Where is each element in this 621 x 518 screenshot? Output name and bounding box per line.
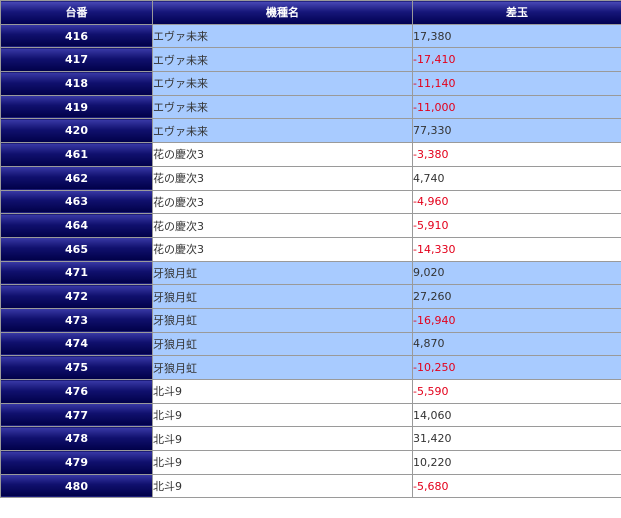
- model-name-cell: エヴァ未来: [152, 47, 413, 73]
- slot-data-table: 台番 機種名 差玉 416 エヴァ未来 17,380 417 エヴァ未来 -17,410 4…: [0, 0, 621, 499]
- model-name-cell: 北斗9: [152, 402, 413, 428]
- model-name-cell: エヴァ未来: [152, 94, 413, 120]
- header-ball-difference: 差玉: [412, 0, 621, 25]
- unit-number-cell: 465: [0, 236, 153, 262]
- ball-difference-cell: 4,870: [412, 331, 621, 357]
- model-name-cell: エヴァ未来: [152, 118, 413, 144]
- model-name-cell: 花の慶次3: [152, 189, 413, 215]
- ball-difference-cell: 27,260: [412, 284, 621, 309]
- table-row: 479 北斗9 10,220: [0, 450, 621, 475]
- unit-number-cell: 417: [0, 47, 153, 73]
- ball-difference-cell: -11,000: [412, 94, 621, 120]
- model-name-cell: 花の慶次3: [152, 236, 413, 262]
- model-name-cell: 花の慶次3: [152, 213, 413, 238]
- unit-number-cell: 474: [0, 331, 153, 357]
- unit-number-cell: 479: [0, 450, 153, 475]
- table-row: 480 北斗9 -5,680: [0, 473, 621, 499]
- unit-number-cell: 418: [0, 71, 153, 96]
- table-row: 472 牙狼月虹 27,260: [0, 284, 621, 309]
- ball-difference-cell: -16,940: [412, 307, 621, 333]
- unit-number-cell: 480: [0, 473, 153, 499]
- model-name-cell: 牙狼月虹: [152, 284, 413, 309]
- table-row: 419 エヴァ未来 -11,000: [0, 94, 621, 120]
- unit-number-cell: 416: [0, 23, 153, 49]
- unit-number-cell: 419: [0, 94, 153, 120]
- model-name-cell: 北斗9: [152, 379, 413, 404]
- table-row: 418 エヴァ未来 -11,140: [0, 71, 621, 96]
- model-name-cell: 牙狼月虹: [152, 331, 413, 357]
- table-row: 471 牙狼月虹 9,020: [0, 260, 621, 286]
- table-row: 416 エヴァ未来 17,380: [0, 23, 621, 49]
- model-name-cell: 北斗9: [152, 426, 413, 452]
- table-row: 461 花の慶次3 -3,380: [0, 142, 621, 167]
- table-row: 473 牙狼月虹 -16,940: [0, 307, 621, 333]
- unit-number-cell: 471: [0, 260, 153, 286]
- ball-difference-cell: 9,020: [412, 260, 621, 286]
- table-row: 475 牙狼月虹 -10,250: [0, 355, 621, 380]
- table-row: 420 エヴァ未来 77,330: [0, 118, 621, 144]
- ball-difference-cell: -11,140: [412, 71, 621, 96]
- ball-difference-cell: -4,960: [412, 189, 621, 215]
- table-row: 463 花の慶次3 -4,960: [0, 189, 621, 215]
- table-header-row: 台番 機種名 差玉: [0, 0, 621, 25]
- unit-number-cell: 420: [0, 118, 153, 144]
- header-unit-number: 台番: [0, 0, 153, 25]
- unit-number-cell: 461: [0, 142, 153, 167]
- unit-number-cell: 473: [0, 307, 153, 333]
- model-name-cell: 牙狼月虹: [152, 355, 413, 380]
- ball-difference-cell: -10,250: [412, 355, 621, 380]
- model-name-cell: 北斗9: [152, 473, 413, 499]
- ball-difference-cell: 14,060: [412, 402, 621, 428]
- ball-difference-cell: -5,590: [412, 379, 621, 404]
- ball-difference-cell: -17,410: [412, 47, 621, 73]
- unit-number-cell: 472: [0, 284, 153, 309]
- table-row: 478 北斗9 31,420: [0, 426, 621, 452]
- unit-number-cell: 478: [0, 426, 153, 452]
- model-name-cell: 花の慶次3: [152, 142, 413, 167]
- unit-number-cell: 476: [0, 379, 153, 404]
- unit-number-cell: 464: [0, 213, 153, 238]
- table-body: 416 エヴァ未来 17,380 417 エヴァ未来 -17,410 418 エヴァ未来 -11…: [0, 23, 621, 499]
- table-row: 476 北斗9 -5,590: [0, 379, 621, 404]
- table-row: 462 花の慶次3 4,740: [0, 165, 621, 191]
- ball-difference-cell: -14,330: [412, 236, 621, 262]
- model-name-cell: エヴァ未来: [152, 71, 413, 96]
- model-name-cell: 牙狼月虹: [152, 260, 413, 286]
- model-name-cell: 花の慶次3: [152, 165, 413, 191]
- unit-number-cell: 463: [0, 189, 153, 215]
- table-row: 465 花の慶次3 -14,330: [0, 236, 621, 262]
- table-row: 417 エヴァ未来 -17,410: [0, 47, 621, 73]
- model-name-cell: エヴァ未来: [152, 23, 413, 49]
- unit-number-cell: 462: [0, 165, 153, 191]
- table-row: 474 牙狼月虹 4,870: [0, 331, 621, 357]
- table-row: 477 北斗9 14,060: [0, 402, 621, 428]
- ball-difference-cell: 17,380: [412, 23, 621, 49]
- model-name-cell: 北斗9: [152, 450, 413, 475]
- unit-number-cell: 477: [0, 402, 153, 428]
- ball-difference-cell: -5,910: [412, 213, 621, 238]
- ball-difference-cell: 10,220: [412, 450, 621, 475]
- ball-difference-cell: 31,420: [412, 426, 621, 452]
- unit-number-cell: 475: [0, 355, 153, 380]
- ball-difference-cell: -5,680: [412, 473, 621, 499]
- ball-difference-cell: 77,330: [412, 118, 621, 144]
- ball-difference-cell: 4,740: [412, 165, 621, 191]
- ball-difference-cell: -3,380: [412, 142, 621, 167]
- header-model-name: 機種名: [152, 0, 413, 25]
- model-name-cell: 牙狼月虹: [152, 307, 413, 333]
- table-row: 464 花の慶次3 -5,910: [0, 213, 621, 238]
